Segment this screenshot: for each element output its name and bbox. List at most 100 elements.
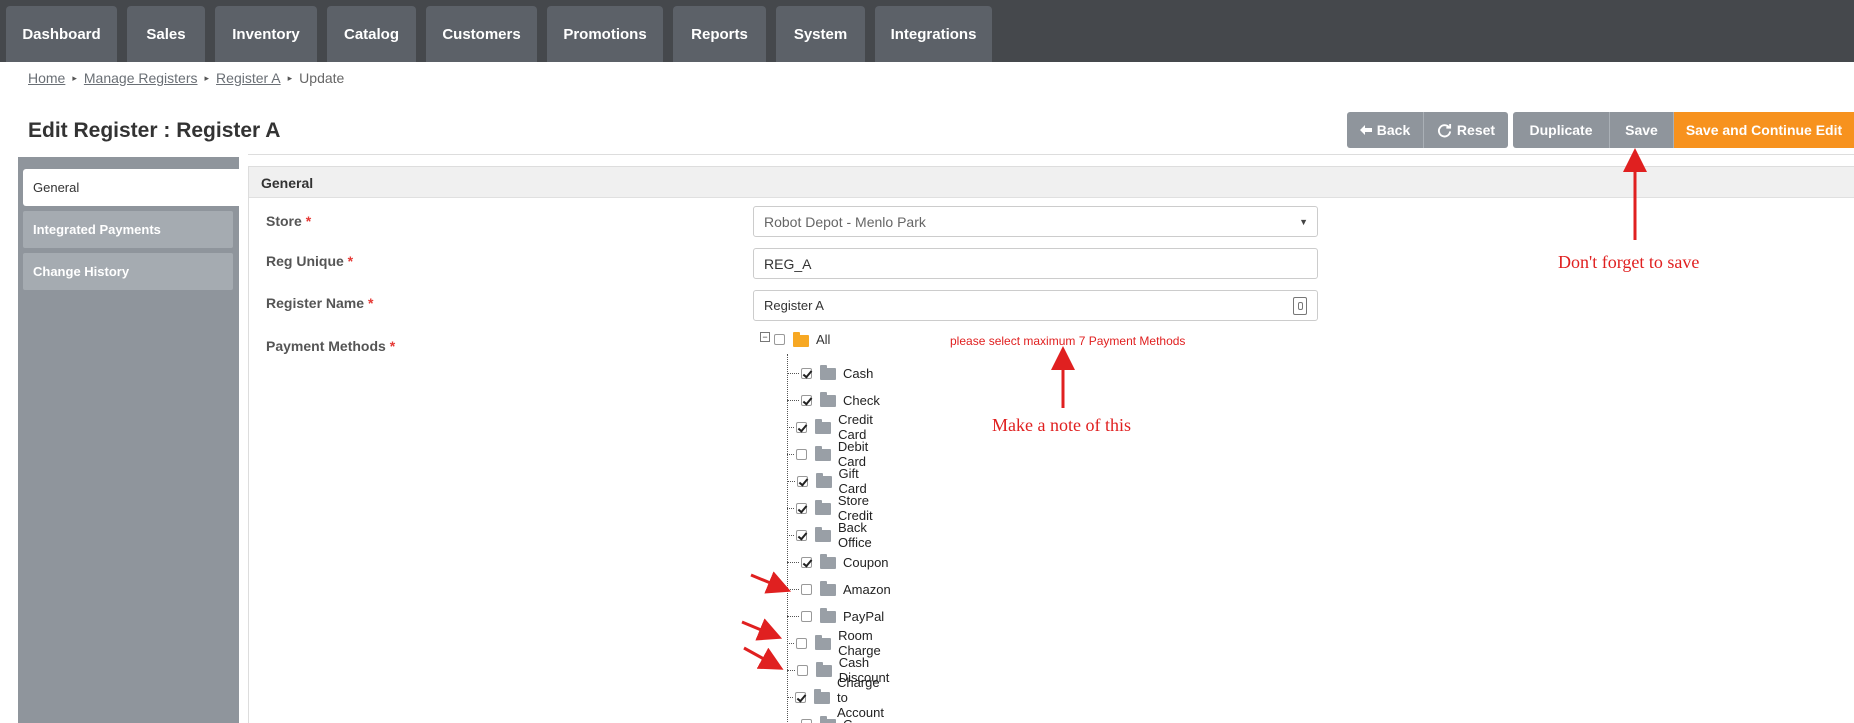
tree-item[interactable]: Charge to Account — [787, 675, 890, 720]
folder-icon — [815, 527, 832, 542]
nav-tab-catalog[interactable]: Catalog — [327, 6, 416, 62]
refresh-icon — [1437, 123, 1451, 137]
save-and-continue-button[interactable]: Save and Continue Edit — [1674, 112, 1854, 148]
tree-connector — [787, 534, 795, 536]
tree-item[interactable]: Gift Card — [787, 466, 871, 496]
nav-tab-sales[interactable]: Sales — [127, 6, 205, 62]
reg-unique-input[interactable]: REG_A — [753, 248, 1318, 279]
tree-item[interactable]: C... — [787, 713, 863, 723]
back-button[interactable]: Back — [1347, 112, 1424, 148]
tree-item-checkbox[interactable] — [795, 502, 807, 514]
tree-item[interactable]: Debit Card — [787, 439, 873, 469]
nav-tab-dashboard[interactable]: Dashboard — [6, 6, 117, 62]
tree-item-label: Cash — [843, 365, 874, 381]
required-mark: * — [347, 253, 354, 269]
reg-unique-value: REG_A — [764, 256, 812, 272]
breadcrumb: Home ▸ Manage Registers ▸ Register A ▸ U… — [28, 70, 344, 86]
tree-item[interactable]: Room Charge — [787, 628, 886, 658]
tree-item-checkbox[interactable] — [801, 583, 812, 595]
reg-unique-label-text: Reg Unique — [266, 253, 344, 269]
chevron-down-icon: ▼ — [1299, 217, 1308, 227]
folder-icon — [815, 635, 832, 650]
register-name-input[interactable]: Register A — [753, 290, 1318, 321]
tree-item-label: Gift Card — [838, 466, 867, 496]
tree-connector — [787, 399, 799, 401]
tree-item-label: C... — [843, 717, 863, 723]
folder-icon — [815, 662, 832, 677]
contact-card-icon — [1293, 297, 1307, 315]
nav-tab-integrations[interactable]: Integrations — [875, 6, 992, 62]
tree-item[interactable]: Coupon — [787, 551, 889, 573]
arrow-left-icon — [1359, 125, 1372, 135]
note-annotation: Make a note of this — [992, 415, 1131, 435]
nav-tab-system[interactable]: System — [776, 6, 865, 62]
duplicate-button[interactable]: Duplicate — [1513, 112, 1610, 148]
folder-icon — [820, 554, 836, 569]
save-button[interactable]: Save — [1610, 112, 1674, 148]
action-toolbar: Back Reset Duplicate Save Save and Conti… — [1347, 112, 1854, 148]
nav-tab-customers[interactable]: Customers — [426, 6, 537, 62]
top-nav: Dashboard Sales Inventory Catalog Custom… — [0, 0, 1854, 62]
register-name-label: Register Name * — [266, 295, 373, 311]
tree-item-label: Back Office — [838, 520, 872, 550]
nav-tab-promotions[interactable]: Promotions — [547, 6, 663, 62]
folder-icon — [820, 581, 836, 596]
breadcrumb-separator-icon: ▸ — [287, 72, 293, 83]
tree-item-checkbox[interactable] — [801, 610, 812, 622]
tree-item[interactable]: Check — [787, 389, 880, 411]
nav-tabs: Dashboard Sales Inventory Catalog Custom… — [6, 6, 992, 62]
panel-title: General — [249, 167, 1854, 198]
tree-connector — [787, 615, 799, 617]
tree-item-checkbox[interactable] — [794, 691, 806, 703]
tree-item-checkbox[interactable] — [795, 448, 807, 460]
tree-root-checkbox[interactable] — [774, 334, 785, 345]
store-select-value: Robot Depot - Menlo Park — [764, 214, 926, 230]
store-select[interactable]: Robot Depot - Menlo Park ▼ — [753, 206, 1318, 237]
folder-icon — [820, 716, 836, 723]
folder-icon — [815, 473, 832, 488]
breadcrumb-current: Update — [299, 70, 345, 86]
tree-connector — [787, 426, 795, 428]
tree-item[interactable]: PayPal — [787, 605, 884, 627]
tree-item[interactable]: Back Office — [787, 520, 877, 550]
tree-item[interactable]: Cash — [787, 362, 873, 384]
tree-connector — [787, 561, 799, 563]
sidebar-item-general[interactable]: General — [23, 169, 240, 206]
nav-tab-reports[interactable]: Reports — [673, 6, 766, 62]
tree-item-checkbox[interactable] — [796, 475, 808, 487]
tree-item-label: Credit Card — [838, 412, 873, 442]
tree-root-label: All — [816, 332, 831, 347]
tree-item-checkbox[interactable] — [796, 421, 808, 433]
folder-icon — [814, 500, 831, 515]
tree-connector — [787, 642, 795, 644]
tree-item-checkbox[interactable] — [796, 664, 808, 676]
tree-item-label: Debit Card — [837, 439, 869, 469]
tree-item-checkbox[interactable] — [796, 637, 808, 649]
tree-item-checkbox[interactable] — [801, 556, 812, 568]
breadcrumb-home[interactable]: Home — [28, 70, 65, 86]
nav-tab-inventory[interactable]: Inventory — [215, 6, 317, 62]
tree-item-checkbox[interactable] — [801, 367, 812, 379]
tree-item[interactable]: Credit Card — [787, 412, 878, 442]
tree-item[interactable]: Store Credit — [787, 493, 878, 523]
save-reminder-annotation: Don't forget to save — [1558, 252, 1700, 272]
folder-icon — [820, 392, 836, 407]
tree-connector — [787, 480, 795, 482]
tree-item[interactable]: Amazon — [787, 578, 891, 600]
page-title: Edit Register : Register A — [28, 119, 281, 142]
sidebar-item-change-history[interactable]: Change History — [23, 253, 233, 290]
reset-button-label: Reset — [1456, 122, 1496, 138]
register-name-value: Register A — [764, 298, 824, 313]
tree-root-all: − All — [760, 331, 831, 347]
reset-button[interactable]: Reset — [1424, 112, 1508, 148]
sidebar: General Integrated Payments Change Histo… — [18, 157, 240, 723]
breadcrumb-manage-registers[interactable]: Manage Registers — [84, 70, 198, 86]
breadcrumb-register-a[interactable]: Register A — [216, 70, 281, 86]
collapse-icon[interactable]: − — [760, 331, 770, 342]
tree-item-checkbox[interactable] — [801, 394, 812, 406]
tree-item-checkbox[interactable] — [796, 529, 808, 541]
sidebar-item-integrated-payments[interactable]: Integrated Payments — [23, 211, 233, 248]
tree-connector — [787, 669, 795, 671]
back-button-label: Back — [1376, 122, 1411, 138]
tree-item-checkbox[interactable] — [801, 718, 812, 723]
